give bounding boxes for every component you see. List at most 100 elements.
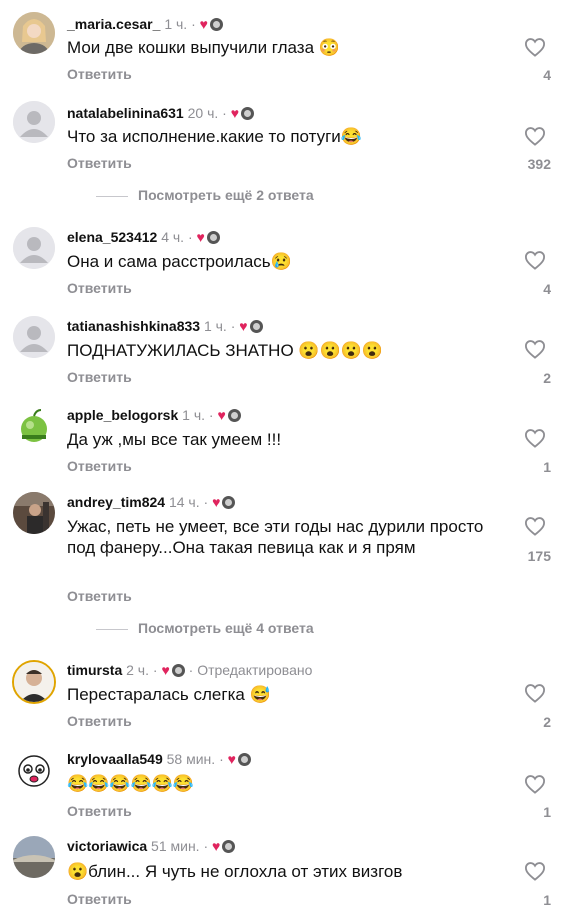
comment-text: Ужас, петь не умеет, все эти годы нас ду… xyxy=(67,517,484,557)
avatar[interactable] xyxy=(13,492,55,534)
username[interactable]: timursta xyxy=(67,662,122,678)
username[interactable]: tatianashishkina833 xyxy=(67,318,200,334)
avatar[interactable] xyxy=(13,316,55,358)
like-heart-icon[interactable] xyxy=(523,250,547,270)
separator-dot: · xyxy=(187,229,193,245)
comment-meta: andrey_tim824 14 ч. · ♥ xyxy=(67,493,236,511)
creator-liked-heart-icon: ♥ xyxy=(230,105,240,121)
like-count: 4 xyxy=(543,281,551,297)
username[interactable]: apple_belogorsk xyxy=(67,407,178,423)
creator-mini-avatar xyxy=(206,231,220,244)
reply-button[interactable]: Ответить xyxy=(67,588,132,604)
like-count: 4 xyxy=(543,67,551,83)
creator-liked-heart-icon: ♥ xyxy=(227,751,236,767)
creator-liked-heart-icon: ♥ xyxy=(212,494,221,510)
creator-liked-heart-icon: ♥ xyxy=(217,407,226,423)
comment-text: Мои две кошки выпучили глаза 😳 xyxy=(67,38,340,57)
comment-meta: krylovaalla549 58 мин. · ♥ xyxy=(67,750,251,768)
like-heart-icon[interactable] xyxy=(523,339,547,359)
view-more-replies-label: Посмотреть ещё 4 ответа xyxy=(138,620,314,636)
timestamp: 1 ч. xyxy=(164,16,188,32)
like-heart-icon[interactable] xyxy=(523,37,547,57)
avatar[interactable] xyxy=(13,405,55,447)
like-heart-icon[interactable] xyxy=(523,516,547,536)
separator-dot: · xyxy=(203,494,209,510)
view-more-replies-button[interactable]: Посмотреть ещё 4 ответа xyxy=(96,620,314,636)
view-more-replies-label: Посмотреть ещё 2 ответа xyxy=(138,187,314,203)
creator-mini-avatar xyxy=(241,107,255,120)
reply-button[interactable]: Ответить xyxy=(67,458,132,474)
avatar[interactable] xyxy=(13,101,55,143)
comment-text: 😮блин... Я чуть не оглохла от этих визго… xyxy=(67,862,403,881)
creator-mini-avatar xyxy=(227,409,241,422)
edited-label: · Отредактировано xyxy=(188,662,313,678)
like-count: 1 xyxy=(543,892,551,908)
divider-line xyxy=(96,195,128,197)
avatar[interactable] xyxy=(13,227,55,269)
avatar[interactable] xyxy=(12,660,56,704)
timestamp: 14 ч. xyxy=(168,494,200,510)
comment-meta: tatianashishkina833 1 ч. · ♥ xyxy=(67,317,263,335)
creator-liked-heart-icon: ♥ xyxy=(212,838,221,854)
comment-meta: apple_belogorsk 1 ч. · ♥ xyxy=(67,406,241,424)
reply-button[interactable]: Ответить xyxy=(67,803,132,819)
username[interactable]: natalabelinina631 xyxy=(67,105,184,121)
reply-button[interactable]: Ответить xyxy=(67,155,132,171)
like-count: 1 xyxy=(543,804,551,820)
like-count: 2 xyxy=(543,714,551,730)
timestamp: 51 мин. xyxy=(151,838,200,854)
comment-meta: natalabelinina631 20 ч. · ♥ xyxy=(67,104,255,122)
creator-mini-avatar xyxy=(249,320,263,333)
like-count: 1 xyxy=(543,459,551,475)
timestamp: 2 ч. xyxy=(126,662,149,678)
separator-dot: · xyxy=(219,751,224,767)
username[interactable]: elena_523412 xyxy=(67,229,157,245)
creator-mini-avatar xyxy=(171,664,185,677)
separator-dot: · xyxy=(230,318,236,334)
reply-button[interactable]: Ответить xyxy=(67,66,132,82)
comment-meta: _maria.cesar_ 1 ч. · ♥ xyxy=(67,15,223,33)
username[interactable]: _maria.cesar_ xyxy=(67,16,160,32)
like-count: 2 xyxy=(543,370,551,386)
timestamp: 1 ч. xyxy=(203,318,227,334)
comment-meta: victoriawica 51 мин. · ♥ xyxy=(67,837,236,855)
separator-dot: · xyxy=(203,838,209,854)
timestamp: 1 ч. xyxy=(182,407,206,423)
timestamp: 20 ч. xyxy=(187,105,219,121)
separator-dot: · xyxy=(152,662,158,678)
like-count: 392 xyxy=(527,156,551,172)
creator-liked-heart-icon: ♥ xyxy=(196,229,205,245)
avatar[interactable] xyxy=(13,836,55,878)
creator-mini-avatar xyxy=(222,840,236,853)
divider-line xyxy=(96,628,128,630)
creator-mini-avatar xyxy=(222,496,236,509)
like-heart-icon[interactable] xyxy=(523,683,547,703)
comment-text: Что за исполнение.какие то потуги😂 xyxy=(67,127,362,146)
username[interactable]: victoriawica xyxy=(67,838,147,854)
separator-dot: · xyxy=(208,407,214,423)
creator-liked-heart-icon: ♥ xyxy=(161,662,170,678)
comment-text: 😂😂😂😂😂😂 xyxy=(67,774,195,793)
reply-button[interactable]: Ответить xyxy=(67,280,132,296)
reply-button[interactable]: Ответить xyxy=(67,713,132,729)
timestamp: 58 мин. xyxy=(166,751,216,767)
like-heart-icon[interactable] xyxy=(523,126,547,146)
like-heart-icon[interactable] xyxy=(523,774,547,794)
comment-text: ПОДНАТУЖИЛАСЬ ЗНАТНО 😮😮😮😮 xyxy=(67,341,384,360)
comment-meta: elena_523412 4 ч. · ♥ xyxy=(67,228,220,246)
separator-dot: · xyxy=(222,105,227,121)
avatar[interactable] xyxy=(13,749,55,791)
view-more-replies-button[interactable]: Посмотреть ещё 2 ответа xyxy=(96,187,314,203)
username[interactable]: andrey_tim824 xyxy=(67,494,165,510)
reply-button[interactable]: Ответить xyxy=(67,369,132,385)
like-count: 175 xyxy=(527,548,551,564)
reply-button[interactable]: Ответить xyxy=(67,891,132,907)
comment-meta: timursta 2 ч. · ♥ · Отредактировано xyxy=(67,661,312,679)
timestamp: 4 ч. xyxy=(161,229,185,245)
username[interactable]: krylovaalla549 xyxy=(67,751,163,767)
like-heart-icon[interactable] xyxy=(523,861,547,881)
separator-dot: · xyxy=(191,16,196,32)
avatar[interactable] xyxy=(13,12,55,54)
comment-text: Да уж ,мы все так умеем !!! xyxy=(67,430,282,449)
like-heart-icon[interactable] xyxy=(523,428,547,448)
